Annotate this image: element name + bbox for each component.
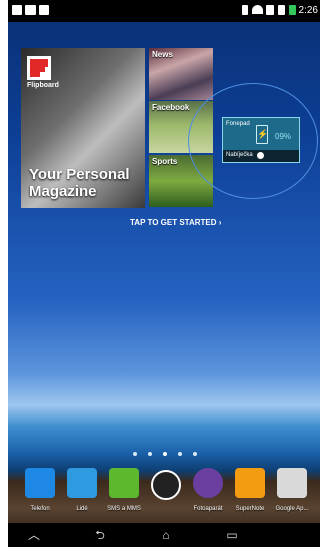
sim-icon <box>278 5 285 15</box>
notification-doc-icon <box>12 5 22 15</box>
fonepad-title: Fonepad <box>226 121 250 127</box>
dock-label: Google Ap... <box>275 506 309 512</box>
dock-app-telefon[interactable]: Telefon <box>22 468 58 514</box>
flipboard-logo-icon <box>27 56 51 80</box>
page-dot <box>193 452 197 456</box>
tile-label: Facebook <box>152 103 190 112</box>
fonepad-battery-widget[interactable]: Fonepad ⚡ 09% Nabíječka <box>222 117 300 163</box>
flipboard-cover[interactable]: Flipboard Your Personal Magazine <box>21 48 145 208</box>
back-button[interactable]: ⮌ <box>86 526 114 544</box>
dock-label: Telefon <box>30 506 50 512</box>
dock-app-sms[interactable]: SMS a MMS <box>106 468 142 514</box>
dock-label: SuperNote <box>235 506 265 512</box>
all-apps-button[interactable] <box>148 468 184 514</box>
flipboard-brand: Flipboard <box>27 82 59 89</box>
battery-percent: 09% <box>275 132 292 141</box>
phone-icon <box>25 468 55 498</box>
charging-status: Nabíječka <box>226 152 253 158</box>
app-drawer-icon <box>151 470 181 500</box>
google-apps-folder-icon <box>277 468 307 498</box>
signal-icon <box>266 5 274 15</box>
tap-to-get-started-link[interactable]: TAP TO GET STARTED › <box>130 218 221 227</box>
notification-play-icon <box>39 5 49 15</box>
notification-email-icon <box>25 5 36 15</box>
fonepad-status-bar: Nabíječka <box>223 150 299 162</box>
tile-news[interactable]: News <box>149 48 213 100</box>
dock-app-supernote[interactable]: SuperNote <box>232 468 268 514</box>
page-indicator <box>133 452 197 458</box>
wifi-icon <box>252 5 263 14</box>
page-dot <box>148 452 152 456</box>
tile-label: News <box>152 50 173 59</box>
camera-icon <box>193 468 223 498</box>
page-dot <box>133 452 137 456</box>
flipboard-tagline: Your Personal Magazine <box>29 166 130 200</box>
mute-icon <box>242 5 248 15</box>
dock-app-lide[interactable]: Lidé <box>64 468 100 514</box>
home-screen: 2:26 Flipboard Your Personal Magazine Ne… <box>8 0 320 547</box>
page-dot <box>178 452 182 456</box>
charging-battery-icon: ⚡ <box>256 125 268 144</box>
clock: 2:26 <box>298 5 318 16</box>
battery-icon <box>289 5 296 15</box>
page-dot-active <box>163 452 167 456</box>
dock-label: Fotoaparát <box>193 506 223 512</box>
contacts-icon <box>67 468 97 498</box>
hide-nav-button[interactable]: ︿ <box>20 526 48 544</box>
home-button[interactable]: ⌂ <box>152 526 180 544</box>
dock-app-fotoaparat[interactable]: Fotoaparát <box>190 468 226 514</box>
plug-icon <box>257 152 264 159</box>
dock-folder-google[interactable]: Google Ap... <box>274 468 310 514</box>
dock-label: Lidé <box>76 506 88 512</box>
notebook-icon <box>235 468 265 498</box>
dock-label: SMS a MMS <box>107 506 141 512</box>
recents-button[interactable]: ▭ <box>218 526 246 544</box>
tile-label: Sports <box>152 157 178 166</box>
status-bar[interactable]: 2:26 <box>8 0 320 22</box>
navigation-bar: ︿ ⮌ ⌂ ▭ <box>8 523 320 547</box>
messaging-icon <box>109 468 139 498</box>
